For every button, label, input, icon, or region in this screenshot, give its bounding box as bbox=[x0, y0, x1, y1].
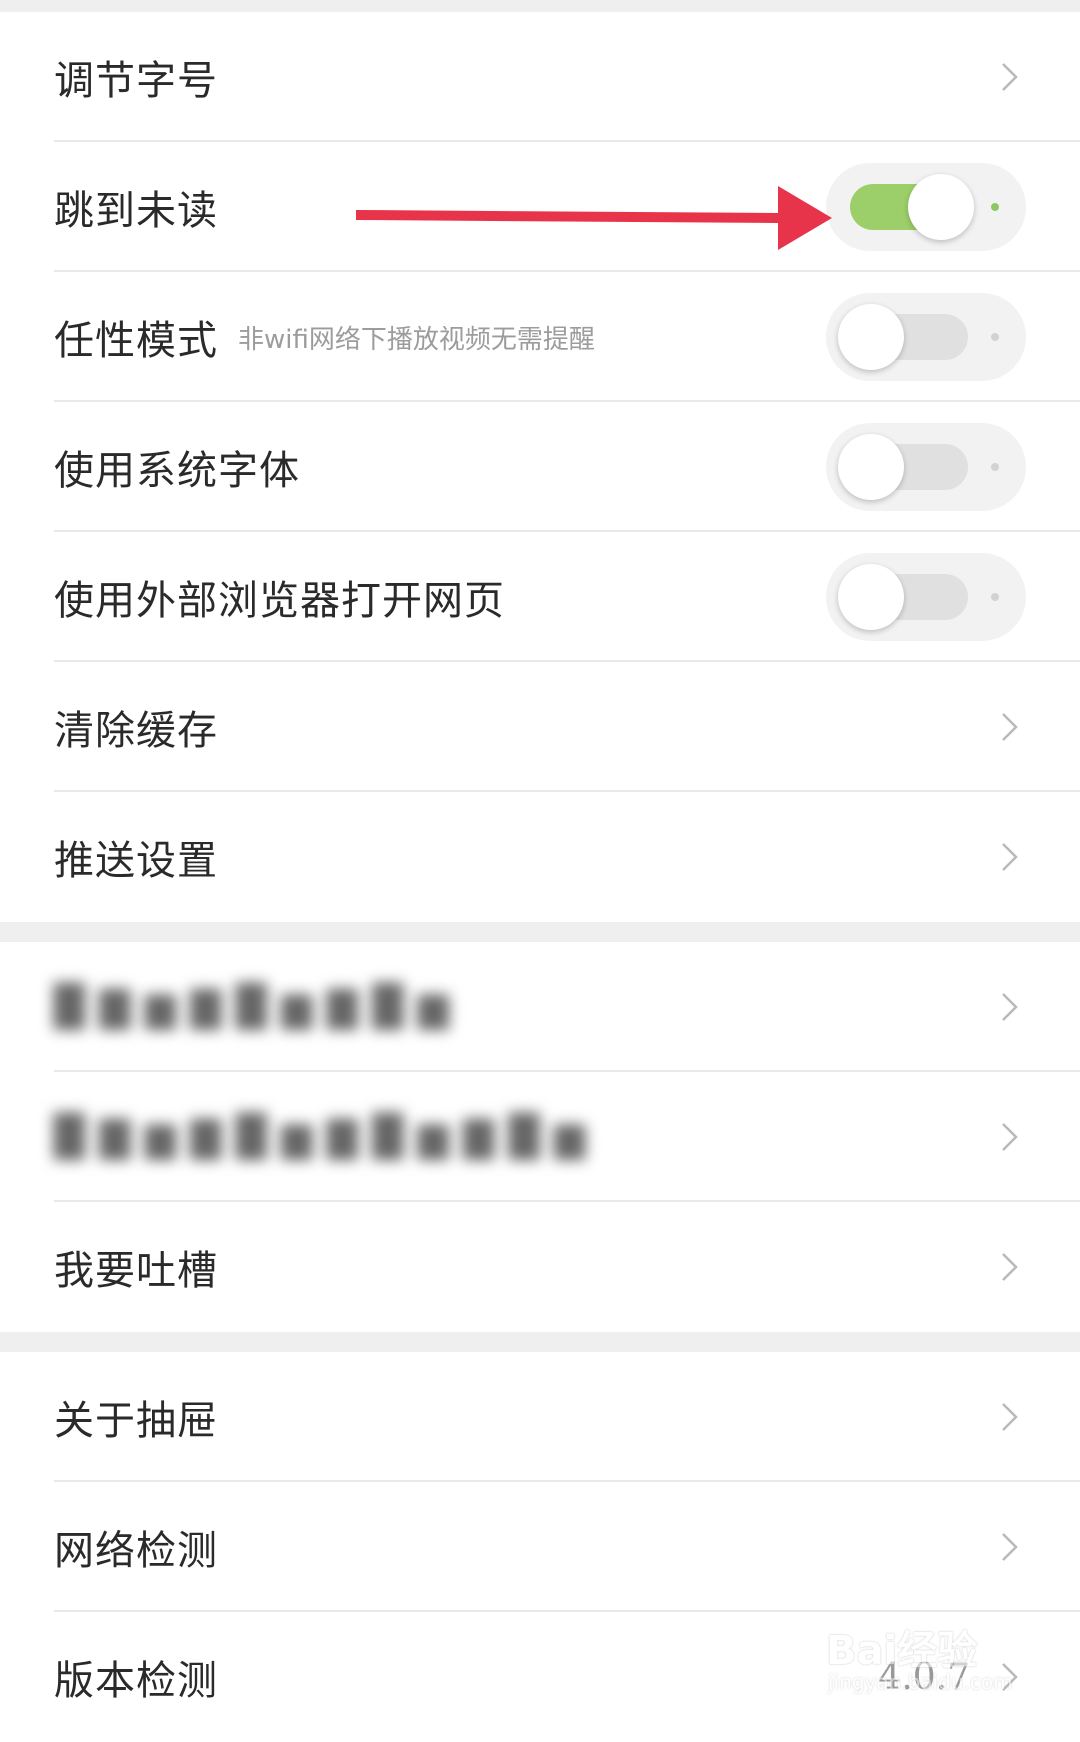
row-label: 使用系统字体 bbox=[54, 448, 300, 494]
row-label: 跳到未读 bbox=[54, 188, 218, 234]
settings-row-feedback[interactable]: 我要吐槽 bbox=[0, 1202, 1080, 1332]
settings-row-redacted-2[interactable]: █ ▇ ▆ ▇ █ ▆ ▇ █ ▆ ▇ █ ▆ bbox=[0, 1072, 1080, 1202]
settings-section-general: 调节字号 跳到未读 任性模式 非wifi网络下播放视频无需提醒 使用系统字体 使… bbox=[0, 12, 1080, 922]
row-label: 清除缓存 bbox=[54, 708, 218, 754]
toggle-knob bbox=[908, 174, 974, 240]
row-label: 使用外部浏览器打开网页 bbox=[54, 578, 505, 624]
toggle-indicator-dot bbox=[991, 333, 999, 341]
chevron-right-icon bbox=[1002, 843, 1018, 871]
settings-section-feedback: █ ▇ ▆ ▇ █ ▆ ▇ █ ▆ █ ▇ ▆ ▇ █ ▆ ▇ █ ▆ ▇ █ … bbox=[0, 942, 1080, 1332]
external-browser-toggle[interactable] bbox=[826, 553, 1026, 641]
settings-row-wayward-mode: 任性模式 非wifi网络下播放视频无需提醒 bbox=[0, 272, 1080, 402]
system-font-toggle[interactable] bbox=[826, 423, 1026, 511]
row-label: 网络检测 bbox=[54, 1528, 218, 1574]
settings-row-system-font: 使用系统字体 bbox=[0, 402, 1080, 532]
chevron-right-icon bbox=[1002, 993, 1018, 1021]
row-label: 任性模式 bbox=[54, 318, 218, 364]
chevron-right-icon bbox=[1002, 1403, 1018, 1431]
jump-unread-toggle[interactable] bbox=[826, 163, 1026, 251]
row-label: 版本检测 bbox=[54, 1658, 218, 1704]
baidu-jingyan-watermark: Bai经验 jingyan.baidu.com bbox=[826, 1600, 1046, 1710]
watermark-url: jingyan.baidu.com bbox=[828, 1670, 1013, 1694]
row-sublabel: 非wifi网络下播放视频无需提醒 bbox=[238, 324, 595, 355]
toggle-indicator-dot bbox=[991, 593, 999, 601]
settings-row-about[interactable]: 关于抽屉 bbox=[0, 1352, 1080, 1482]
chevron-right-icon bbox=[1002, 713, 1018, 741]
settings-row-redacted-1[interactable]: █ ▇ ▆ ▇ █ ▆ ▇ █ ▆ bbox=[0, 942, 1080, 1072]
toggle-indicator-dot bbox=[991, 203, 999, 211]
row-label: 调节字号 bbox=[54, 58, 218, 104]
toggle-knob bbox=[838, 304, 904, 370]
toggle-knob bbox=[838, 564, 904, 630]
row-label: 推送设置 bbox=[54, 838, 218, 884]
settings-row-network-check[interactable]: 网络检测 bbox=[0, 1482, 1080, 1612]
annotation-arrow-icon bbox=[356, 186, 832, 250]
settings-row-font-size[interactable]: 调节字号 bbox=[0, 12, 1080, 142]
chevron-right-icon bbox=[1002, 1253, 1018, 1281]
redacted-label: █ ▇ ▆ ▇ █ ▆ ▇ █ ▆ bbox=[54, 984, 450, 1030]
chevron-right-icon bbox=[1002, 63, 1018, 91]
settings-row-clear-cache[interactable]: 清除缓存 bbox=[0, 662, 1080, 792]
redacted-label: █ ▇ ▆ ▇ █ ▆ ▇ █ ▆ ▇ █ ▆ bbox=[54, 1114, 587, 1160]
row-label: 关于抽屉 bbox=[54, 1398, 218, 1444]
settings-row-external-browser: 使用外部浏览器打开网页 bbox=[0, 532, 1080, 662]
chevron-right-icon bbox=[1002, 1533, 1018, 1561]
chevron-right-icon bbox=[1002, 1123, 1018, 1151]
toggle-knob bbox=[838, 434, 904, 500]
settings-row-push-settings[interactable]: 推送设置 bbox=[0, 792, 1080, 922]
wayward-mode-toggle[interactable] bbox=[826, 293, 1026, 381]
toggle-indicator-dot bbox=[991, 463, 999, 471]
row-label: 我要吐槽 bbox=[54, 1248, 218, 1294]
watermark-brand: Bai经验 bbox=[826, 1628, 978, 1674]
